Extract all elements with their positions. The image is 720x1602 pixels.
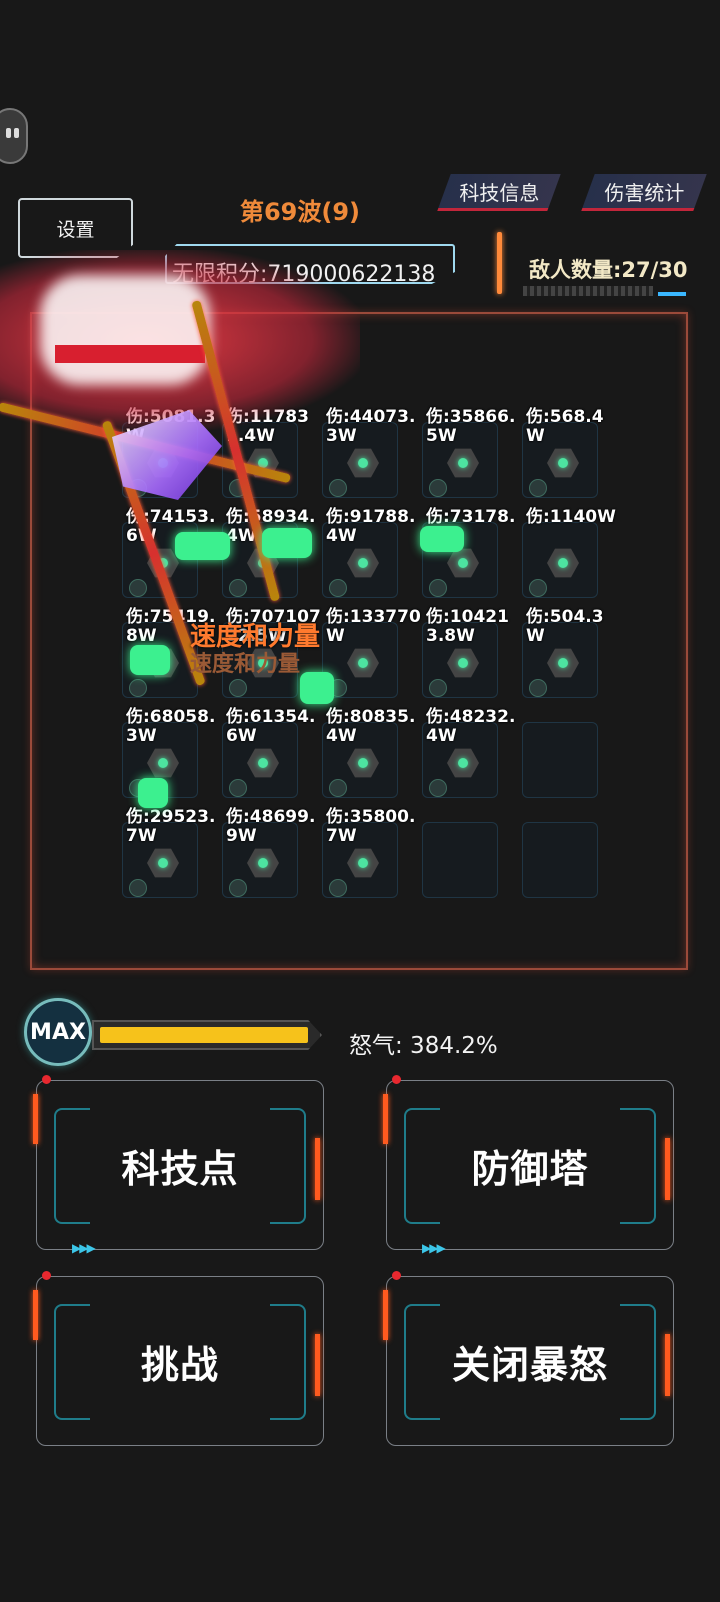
enemy-sprite bbox=[420, 526, 464, 552]
tower-slot[interactable] bbox=[522, 822, 598, 898]
tower-icon bbox=[247, 848, 279, 878]
tower-icon bbox=[447, 648, 479, 678]
damage-label: 伤:1140W bbox=[526, 507, 616, 527]
damage-label: 伤:35800.7W bbox=[326, 807, 416, 846]
enemy-sprite bbox=[262, 528, 312, 558]
damage-label: 伤:80835.4W bbox=[326, 707, 416, 746]
upgrade-chip-icon bbox=[329, 779, 347, 797]
enemy-sprite bbox=[138, 778, 168, 808]
upgrade-chip-icon bbox=[129, 679, 147, 697]
upgrade-chip-icon bbox=[229, 579, 247, 597]
upgrade-chip-icon bbox=[229, 879, 247, 897]
upgrade-chip-icon bbox=[329, 479, 347, 497]
damage-stats-label: 伤害统计 bbox=[604, 180, 685, 205]
upgrade-chip-icon bbox=[129, 579, 147, 597]
defense-tower-button[interactable]: ▶▶▶ 防御塔 bbox=[383, 1075, 674, 1255]
max-badge: MAX bbox=[24, 998, 92, 1066]
upgrade-chip-icon bbox=[429, 679, 447, 697]
damage-label: 伤:48232.4W bbox=[426, 707, 516, 746]
tower-icon bbox=[347, 648, 379, 678]
tower-icon bbox=[447, 748, 479, 778]
tech-points-label: 科技点 bbox=[121, 1146, 239, 1191]
enemy-indicator-bar bbox=[497, 232, 502, 294]
damage-stats-tab[interactable]: 伤害统计 bbox=[581, 174, 707, 211]
upgrade-chip-icon bbox=[529, 679, 547, 697]
damage-label: 伤:568.4W bbox=[526, 407, 604, 446]
upgrade-chip-icon bbox=[229, 679, 247, 697]
tower-icon bbox=[347, 848, 379, 878]
tower-icon bbox=[447, 448, 479, 478]
damage-label: 伤:91788.4W bbox=[326, 507, 416, 546]
buff-label-echo: 速度和力量 bbox=[190, 652, 301, 677]
damage-label: 伤:68058.3W bbox=[126, 707, 216, 746]
rage-text: 怒气: 384.2% bbox=[349, 1033, 498, 1059]
flash-effect bbox=[40, 275, 210, 385]
upgrade-chip-icon bbox=[429, 579, 447, 597]
close-rage-label: 关闭暴怒 bbox=[451, 1342, 608, 1387]
upgrade-chip-icon bbox=[529, 479, 547, 497]
tech-info-label: 科技信息 bbox=[459, 180, 540, 205]
upgrade-chip-icon bbox=[129, 879, 147, 897]
tower-icon bbox=[247, 748, 279, 778]
tech-info-tab[interactable]: 科技信息 bbox=[437, 174, 561, 211]
tech-points-button[interactable]: ▶▶▶ 科技点 bbox=[33, 1075, 324, 1255]
wave-title: 第69波(9) bbox=[239, 198, 361, 226]
damage-label: 伤:29523.7W bbox=[126, 807, 216, 846]
damage-label: 伤:504.3W bbox=[526, 607, 604, 646]
damage-label: 伤:61354.6W bbox=[226, 707, 316, 746]
tower-icon bbox=[547, 648, 579, 678]
settings-button[interactable]: 设置 bbox=[18, 198, 133, 258]
challenge-label: 挑战 bbox=[140, 1342, 219, 1387]
eye-icon bbox=[6, 128, 11, 138]
tower-icon bbox=[347, 548, 379, 578]
tower-slot[interactable] bbox=[522, 522, 598, 598]
floating-assistant-button[interactable] bbox=[0, 108, 28, 164]
upgrade-chip-icon bbox=[529, 579, 547, 597]
defense-tower-label: 防御塔 bbox=[471, 1146, 589, 1191]
upgrade-chip-icon bbox=[329, 879, 347, 897]
tower-icon bbox=[547, 448, 579, 478]
upgrade-chip-icon bbox=[229, 779, 247, 797]
enemy-sprite bbox=[300, 672, 334, 704]
tower-icon bbox=[147, 848, 179, 878]
enemy-sprite bbox=[130, 645, 170, 675]
enemy-count: 敌人数量:27/30 bbox=[529, 258, 688, 282]
upgrade-chip-icon bbox=[429, 779, 447, 797]
challenge-button[interactable]: 挑战 bbox=[33, 1271, 324, 1446]
upgrade-chip-icon bbox=[429, 479, 447, 497]
damage-label: 伤:48699.9W bbox=[226, 807, 316, 846]
close-rage-button[interactable]: 关闭暴怒 bbox=[383, 1271, 674, 1446]
damage-label: 伤:133770W bbox=[326, 607, 421, 646]
upgrade-chip-icon bbox=[329, 579, 347, 597]
tower-slot[interactable] bbox=[522, 722, 598, 798]
tower-icon bbox=[347, 748, 379, 778]
tower-icon bbox=[347, 448, 379, 478]
enemy-sprite bbox=[175, 532, 230, 560]
eye-icon bbox=[14, 128, 19, 138]
enemy-progress-mark bbox=[658, 292, 686, 296]
tower-icon bbox=[147, 748, 179, 778]
enemy-progress-track bbox=[523, 286, 653, 296]
rage-bar-fill bbox=[100, 1027, 308, 1043]
damage-label: 伤:35866.5W bbox=[426, 407, 516, 446]
tower-slot[interactable] bbox=[422, 822, 498, 898]
tower-icon bbox=[547, 548, 579, 578]
damage-label: 伤:104213.8W bbox=[426, 607, 509, 646]
damage-streak-effect bbox=[55, 345, 205, 363]
